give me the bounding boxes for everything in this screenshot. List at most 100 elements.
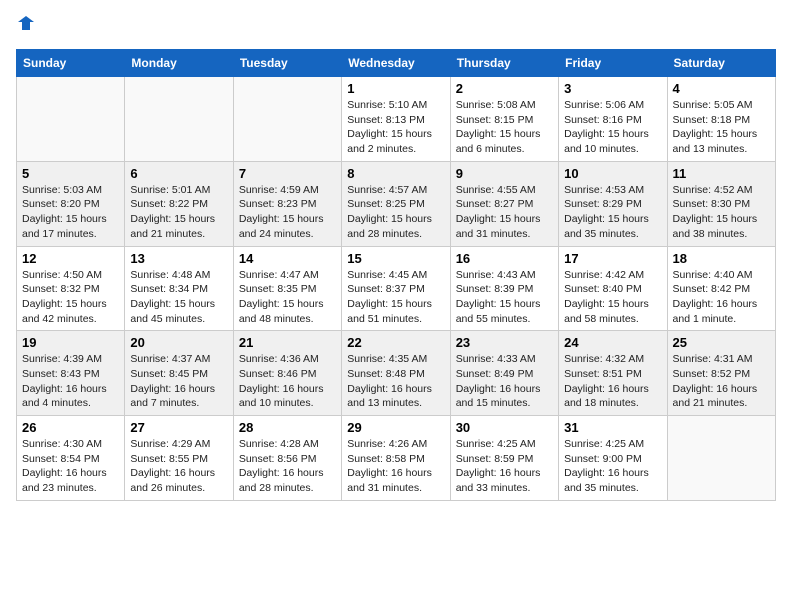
header-wednesday: Wednesday xyxy=(342,50,450,77)
day-number: 5 xyxy=(22,166,119,181)
day-info: Sunrise: 4:53 AM Sunset: 8:29 PM Dayligh… xyxy=(564,183,661,242)
day-number: 12 xyxy=(22,251,119,266)
day-info: Sunrise: 4:33 AM Sunset: 8:49 PM Dayligh… xyxy=(456,352,553,411)
calendar-cell: 2Sunrise: 5:08 AM Sunset: 8:15 PM Daylig… xyxy=(450,77,558,162)
day-info: Sunrise: 4:45 AM Sunset: 8:37 PM Dayligh… xyxy=(347,268,444,327)
day-info: Sunrise: 4:43 AM Sunset: 8:39 PM Dayligh… xyxy=(456,268,553,327)
day-info: Sunrise: 4:55 AM Sunset: 8:27 PM Dayligh… xyxy=(456,183,553,242)
header-thursday: Thursday xyxy=(450,50,558,77)
day-number: 14 xyxy=(239,251,336,266)
calendar-header-row: SundayMondayTuesdayWednesdayThursdayFrid… xyxy=(17,50,776,77)
day-number: 26 xyxy=(22,420,119,435)
calendar-cell: 4 Sunrise: 5:05 AM Sunset: 8:18 PM Daylig… xyxy=(667,77,775,162)
calendar-cell: 25Sunrise: 4:31 AM Sunset: 8:52 PM Dayli… xyxy=(667,331,775,416)
calendar-cell: 17 Sunrise: 4:42 AM Sunset: 8:40 PM Dayli… xyxy=(559,246,667,331)
header-friday: Friday xyxy=(559,50,667,77)
calendar-cell xyxy=(17,77,125,162)
calendar-cell: 15 Sunrise: 4:45 AM Sunset: 8:37 PM Dayli… xyxy=(342,246,450,331)
calendar-cell: 26 Sunrise: 4:30 AM Sunset: 8:54 PM Dayli… xyxy=(17,416,125,501)
day-info: Sunrise: 5:05 AM Sunset: 8:18 PM Dayligh… xyxy=(673,98,770,157)
day-info: Sunrise: 5:10 AM Sunset: 8:13 PM Dayligh… xyxy=(347,98,444,157)
calendar-cell: 3 Sunrise: 5:06 AM Sunset: 8:16 PM Daylig… xyxy=(559,77,667,162)
day-number: 4 xyxy=(673,81,770,96)
calendar-cell: 22 Sunrise: 4:35 AM Sunset: 8:48 PM Dayli… xyxy=(342,331,450,416)
calendar-cell: 31 Sunrise: 4:25 AM Sunset: 9:00 PM Dayli… xyxy=(559,416,667,501)
day-info: Sunrise: 5:03 AM Sunset: 8:20 PM Dayligh… xyxy=(22,183,119,242)
day-number: 11 xyxy=(673,166,770,181)
day-number: 29 xyxy=(347,420,444,435)
day-info: Sunrise: 4:26 AM Sunset: 8:58 PM Dayligh… xyxy=(347,437,444,496)
calendar-cell: 11 Sunrise: 4:52 AM Sunset: 8:30 PM Dayli… xyxy=(667,161,775,246)
calendar-cell: 19 Sunrise: 4:39 AM Sunset: 8:43 PM Dayli… xyxy=(17,331,125,416)
calendar-cell: 5 Sunrise: 5:03 AM Sunset: 8:20 PM Daylig… xyxy=(17,161,125,246)
day-info: Sunrise: 4:30 AM Sunset: 8:54 PM Dayligh… xyxy=(22,437,119,496)
day-number: 19 xyxy=(22,335,119,350)
day-number: 8 xyxy=(347,166,444,181)
calendar-cell: 10Sunrise: 4:53 AM Sunset: 8:29 PM Dayli… xyxy=(559,161,667,246)
day-number: 22 xyxy=(347,335,444,350)
calendar-cell xyxy=(233,77,341,162)
day-number: 7 xyxy=(239,166,336,181)
calendar-week-row: 5 Sunrise: 5:03 AM Sunset: 8:20 PM Daylig… xyxy=(17,161,776,246)
calendar-cell: 24 Sunrise: 4:32 AM Sunset: 8:51 PM Dayli… xyxy=(559,331,667,416)
day-number: 17 xyxy=(564,251,661,266)
day-number: 28 xyxy=(239,420,336,435)
calendar-cell: 7 Sunrise: 4:59 AM Sunset: 8:23 PM Daylig… xyxy=(233,161,341,246)
day-info: Sunrise: 4:50 AM Sunset: 8:32 PM Dayligh… xyxy=(22,268,119,327)
day-number: 24 xyxy=(564,335,661,350)
calendar-cell: 30Sunrise: 4:25 AM Sunset: 8:59 PM Dayli… xyxy=(450,416,558,501)
day-number: 21 xyxy=(239,335,336,350)
day-info: Sunrise: 4:40 AM Sunset: 8:42 PM Dayligh… xyxy=(673,268,770,327)
day-info: Sunrise: 4:42 AM Sunset: 8:40 PM Dayligh… xyxy=(564,268,661,327)
day-info: Sunrise: 4:48 AM Sunset: 8:34 PM Dayligh… xyxy=(130,268,227,327)
day-number: 3 xyxy=(564,81,661,96)
day-number: 27 xyxy=(130,420,227,435)
day-info: Sunrise: 4:59 AM Sunset: 8:23 PM Dayligh… xyxy=(239,183,336,242)
calendar-cell xyxy=(125,77,233,162)
day-number: 31 xyxy=(564,420,661,435)
day-info: Sunrise: 4:28 AM Sunset: 8:56 PM Dayligh… xyxy=(239,437,336,496)
header-sunday: Sunday xyxy=(17,50,125,77)
day-info: Sunrise: 4:47 AM Sunset: 8:35 PM Dayligh… xyxy=(239,268,336,327)
logo-icon xyxy=(18,16,34,37)
calendar-cell: 14 Sunrise: 4:47 AM Sunset: 8:35 PM Dayli… xyxy=(233,246,341,331)
day-number: 15 xyxy=(347,251,444,266)
calendar-cell xyxy=(667,416,775,501)
calendar-cell: 16 Sunrise: 4:43 AM Sunset: 8:39 PM Dayli… xyxy=(450,246,558,331)
calendar-cell: 13 Sunrise: 4:48 AM Sunset: 8:34 PM Dayli… xyxy=(125,246,233,331)
day-number: 9 xyxy=(456,166,553,181)
calendar-cell: 9 Sunrise: 4:55 AM Sunset: 8:27 PM Daylig… xyxy=(450,161,558,246)
calendar-cell: 21Sunrise: 4:36 AM Sunset: 8:46 PM Dayli… xyxy=(233,331,341,416)
day-number: 16 xyxy=(456,251,553,266)
calendar-cell: 6Sunrise: 5:01 AM Sunset: 8:22 PM Daylig… xyxy=(125,161,233,246)
day-info: Sunrise: 4:39 AM Sunset: 8:43 PM Dayligh… xyxy=(22,352,119,411)
day-number: 1 xyxy=(347,81,444,96)
day-number: 6 xyxy=(130,166,227,181)
calendar-cell: 23Sunrise: 4:33 AM Sunset: 8:49 PM Dayli… xyxy=(450,331,558,416)
calendar-cell: 1 Sunrise: 5:10 AM Sunset: 8:13 PM Daylig… xyxy=(342,77,450,162)
day-info: Sunrise: 4:25 AM Sunset: 9:00 PM Dayligh… xyxy=(564,437,661,496)
calendar-cell: 29 Sunrise: 4:26 AM Sunset: 8:58 PM Dayli… xyxy=(342,416,450,501)
calendar-week-row: 19 Sunrise: 4:39 AM Sunset: 8:43 PM Dayli… xyxy=(17,331,776,416)
day-number: 20 xyxy=(130,335,227,350)
day-info: Sunrise: 5:06 AM Sunset: 8:16 PM Dayligh… xyxy=(564,98,661,157)
header-monday: Monday xyxy=(125,50,233,77)
day-number: 25 xyxy=(673,335,770,350)
header-saturday: Saturday xyxy=(667,50,775,77)
day-info: Sunrise: 4:35 AM Sunset: 8:48 PM Dayligh… xyxy=(347,352,444,411)
calendar-week-row: 12 Sunrise: 4:50 AM Sunset: 8:32 PM Dayli… xyxy=(17,246,776,331)
day-number: 18 xyxy=(673,251,770,266)
day-info: Sunrise: 4:25 AM Sunset: 8:59 PM Dayligh… xyxy=(456,437,553,496)
calendar-week-row: 1 Sunrise: 5:10 AM Sunset: 8:13 PM Daylig… xyxy=(17,77,776,162)
day-info: Sunrise: 4:57 AM Sunset: 8:25 PM Dayligh… xyxy=(347,183,444,242)
calendar-week-row: 26 Sunrise: 4:30 AM Sunset: 8:54 PM Dayli… xyxy=(17,416,776,501)
day-info: Sunrise: 4:32 AM Sunset: 8:51 PM Dayligh… xyxy=(564,352,661,411)
day-number: 2 xyxy=(456,81,553,96)
calendar-cell: 20Sunrise: 4:37 AM Sunset: 8:45 PM Dayli… xyxy=(125,331,233,416)
day-info: Sunrise: 4:29 AM Sunset: 8:55 PM Dayligh… xyxy=(130,437,227,496)
calendar-cell: 8 Sunrise: 4:57 AM Sunset: 8:25 PM Daylig… xyxy=(342,161,450,246)
day-info: Sunrise: 4:52 AM Sunset: 8:30 PM Dayligh… xyxy=(673,183,770,242)
header-tuesday: Tuesday xyxy=(233,50,341,77)
day-number: 13 xyxy=(130,251,227,266)
calendar-cell: 12 Sunrise: 4:50 AM Sunset: 8:32 PM Dayli… xyxy=(17,246,125,331)
